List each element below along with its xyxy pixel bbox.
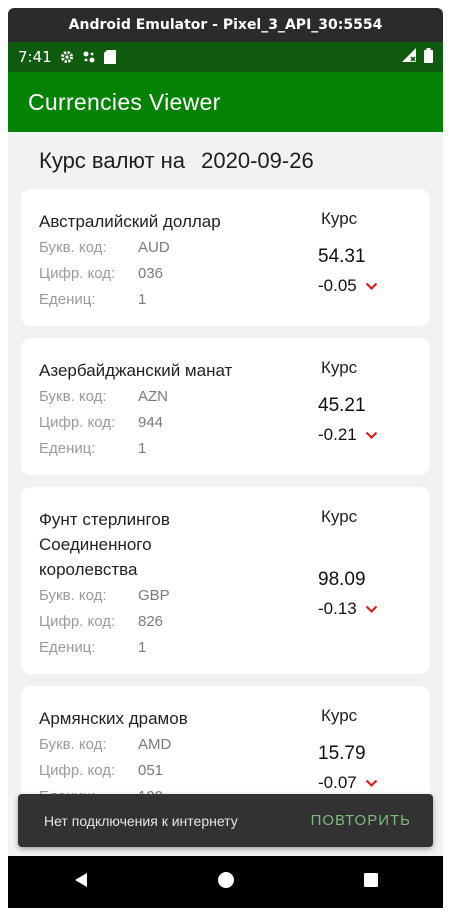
snackbar: Нет подключения к интернету ПОВТОРИТЬ [18,794,433,847]
char-code-value: AUD [138,239,170,256]
home-icon [217,871,235,893]
char-code-value: AMD [138,736,172,753]
nominal-value: 1 [138,291,147,308]
num-code-value: 826 [138,613,164,630]
rate-value: 98.09 [318,569,366,590]
rate-change-value: -0.21 [318,425,357,444]
fan-icon [82,50,96,64]
header-date: 2020-09-26 [201,148,314,173]
char-code-label: Букв. код: [39,736,107,753]
currency-name: Азербайджанский манат [39,361,233,380]
num-code-value: 036 [138,265,164,282]
snackbar-message: Нет подключения к интернету [44,812,238,829]
rate-change: -0.13 [318,599,378,619]
char-code-row: Букв. код: GBP [39,587,170,604]
currency-card[interactable]: Австралийский доллар Букв. код: AUD Цифр… [21,189,430,326]
num-code-row: Цифр. код: 826 [39,613,163,630]
date-header: Курс валют на 2020-09-26 [39,148,314,174]
app-title: Currencies Viewer [28,88,221,115]
navigation-bar [8,856,443,908]
nominal-row: Едениц: 1 [39,639,146,656]
char-code-row: Букв. код: AMD [39,736,171,753]
rate-label: Курс [321,358,358,377]
rate-value: 15.79 [318,743,366,764]
currency-name: Армянских драмов [39,709,188,728]
num-code-row: Цифр. код: 051 [39,762,163,779]
currency-name: Фунт стерлингов Соединенного королевства [39,510,170,579]
status-bar: 7:41 [8,42,443,72]
device-screen: 7:41 Currencies Viewer Курс валют на 202… [8,42,443,908]
gear-icon [60,50,74,64]
status-icons-right [402,42,433,72]
num-code-row: Цифр. код: 036 [39,265,163,282]
rate-label: Курс [321,706,358,725]
nominal-value: 1 [138,639,147,656]
emulator-titlebar: Android Emulator - Pixel_3_API_30:5554 [8,8,443,42]
signal-icon [402,48,418,66]
back-button[interactable] [51,862,111,902]
num-code-label: Цифр. код: [39,414,116,431]
num-code-value: 051 [138,762,164,779]
currency-card[interactable]: Армянских драмов Букв. код: AMD Цифр. ко… [21,686,430,797]
nominal-label: Едениц: [39,639,96,656]
rate-label: Курс [321,507,358,526]
char-code-value: AZN [138,388,168,405]
currency-card[interactable]: Азербайджанский манат Букв. код: AZN Циф… [21,338,430,475]
rate-change-value: -0.05 [318,276,357,295]
chevron-down-icon [365,773,378,793]
rate-label: Курс [321,209,358,228]
chevron-down-icon [365,276,378,296]
num-code-label: Цифр. код: [39,762,116,779]
char-code-label: Букв. код: [39,388,107,405]
rate-change: -0.21 [318,425,378,445]
status-time: 7:41 [18,48,52,66]
char-code-label: Букв. код: [39,239,107,256]
recents-button[interactable] [341,862,401,902]
battery-icon [424,47,433,67]
currency-list[interactable]: Курс валют на 2020-09-26 Австралийский д… [8,132,443,797]
rate-change: -0.05 [318,276,378,296]
rate-change-value: -0.07 [318,773,357,792]
nominal-row: Едениц: 1 [39,291,146,308]
nominal-label: Едениц: [39,440,96,457]
char-code-row: Букв. код: AUD [39,239,170,256]
char-code-value: GBP [138,587,170,604]
retry-button[interactable]: ПОВТОРИТЬ [311,812,411,829]
num-code-label: Цифр. код: [39,265,116,282]
app-bar: Currencies Viewer [8,72,443,132]
rate-value: 54.31 [318,246,366,267]
nominal-label: Едениц: [39,291,96,308]
emulator-title: Android Emulator - Pixel_3_API_30:5554 [68,17,383,33]
chevron-down-icon [365,425,378,445]
char-code-row: Букв. код: AZN [39,388,168,405]
num-code-row: Цифр. код: 944 [39,414,163,431]
back-icon [73,872,89,892]
num-code-label: Цифр. код: [39,613,116,630]
header-label: Курс валют на [39,148,186,173]
rate-change-value: -0.13 [318,599,357,618]
nominal-row: Едениц: 1 [39,440,146,457]
rate-change: -0.07 [318,773,378,793]
char-code-label: Букв. код: [39,587,107,604]
rate-value: 45.21 [318,395,366,416]
recents-icon [363,872,379,892]
chevron-down-icon [365,599,378,619]
home-button[interactable] [196,862,256,902]
nominal-value: 1 [138,440,147,457]
num-code-value: 944 [138,414,164,431]
sd-card-icon [103,50,116,64]
currency-card[interactable]: Фунт стерлингов Соединенного королевства… [21,487,430,674]
currency-name: Австралийский доллар [39,212,221,231]
